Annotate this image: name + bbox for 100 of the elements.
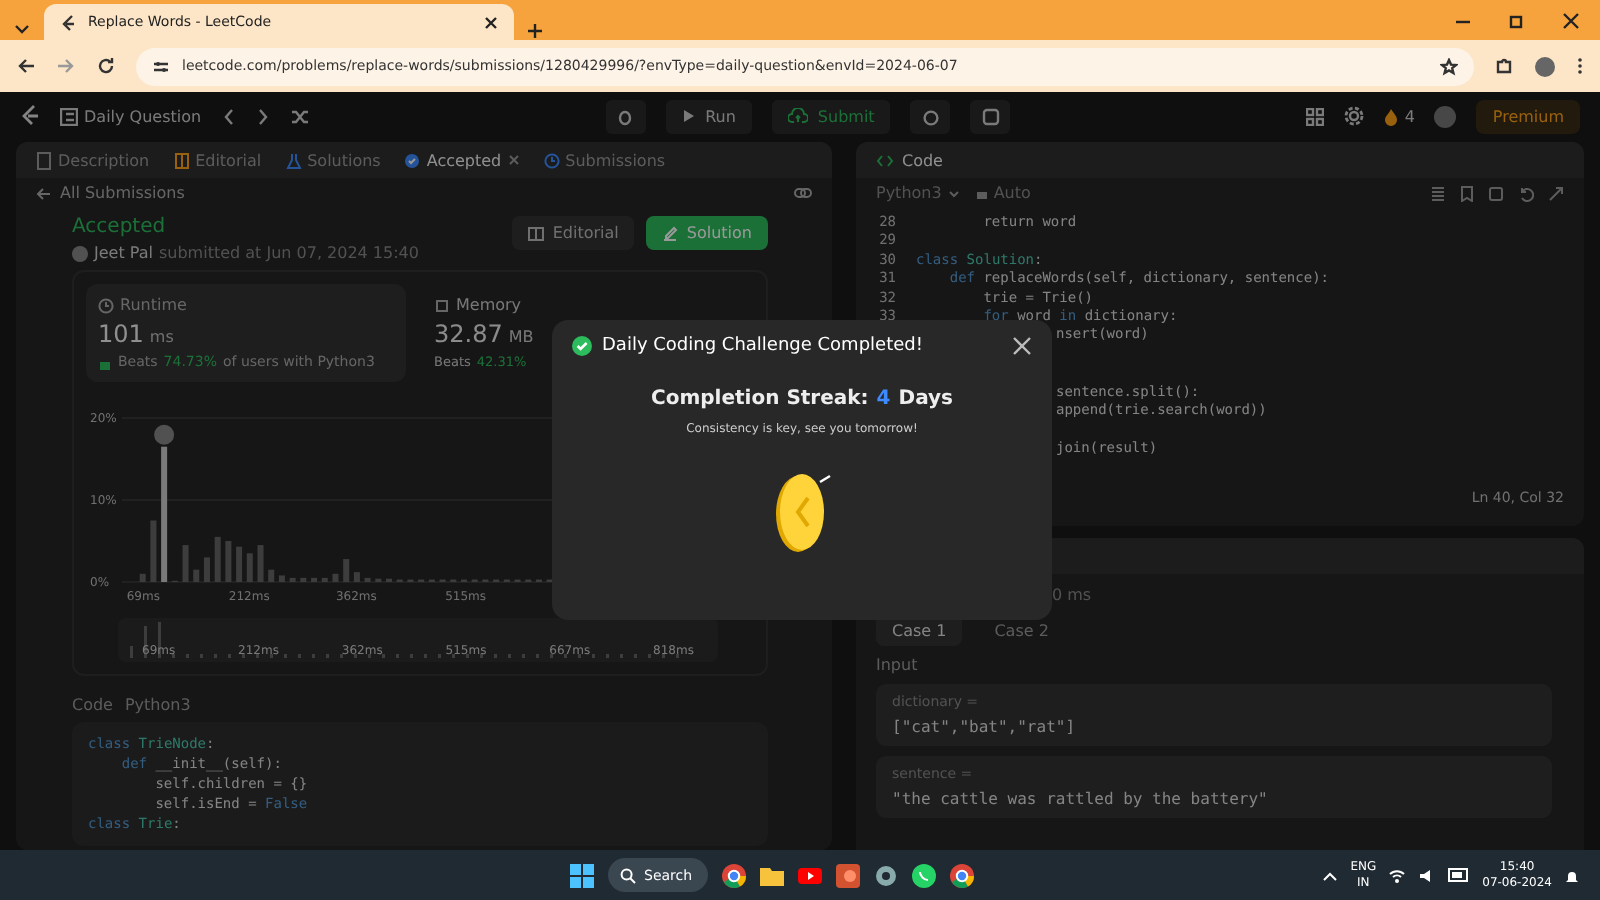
link-icon[interactable] — [794, 186, 812, 200]
expand-icon[interactable] — [1548, 185, 1564, 201]
notes-button[interactable] — [970, 99, 1011, 133]
streak-unit: Days — [898, 388, 953, 410]
check-circle-icon — [572, 336, 592, 356]
lock-icon — [975, 186, 988, 200]
histogram-bar — [193, 569, 200, 582]
debug-button[interactable] — [605, 99, 646, 133]
histogram-bar — [257, 545, 264, 582]
panel-tab[interactable]: Solutions — [285, 151, 381, 169]
document-icon — [36, 151, 52, 169]
chevron-down-icon — [947, 187, 960, 199]
code-label: Code — [72, 696, 113, 714]
close-icon[interactable] — [1562, 11, 1580, 29]
input-label: Input — [876, 656, 920, 674]
flask-icon — [285, 151, 302, 169]
format-icon[interactable] — [1430, 185, 1446, 201]
close-icon[interactable] — [1012, 336, 1032, 356]
clock-icon — [98, 297, 114, 313]
runtime-text: 0 ms — [1050, 586, 1094, 604]
editorial-button[interactable]: Editorial — [512, 216, 635, 250]
submit-button[interactable]: Submit — [771, 99, 891, 133]
histogram-bar — [300, 577, 307, 582]
panel-tab[interactable]: Editorial — [173, 151, 262, 169]
panel-tab[interactable]: Description — [36, 151, 150, 169]
run-button[interactable]: Run — [665, 99, 752, 133]
chrome-browser-icon[interactable] — [722, 863, 746, 887]
stat-label: Memory — [456, 296, 522, 314]
note-icon — [981, 107, 1000, 125]
histogram-bar — [311, 577, 318, 582]
histogram-bar — [139, 573, 146, 582]
premium-button[interactable]: Premium — [1476, 99, 1581, 133]
list-icon[interactable] — [60, 107, 78, 125]
settings-icon[interactable] — [1344, 106, 1365, 126]
language-label: Python3 — [124, 696, 191, 714]
site-info-icon[interactable] — [152, 57, 170, 75]
star-icon[interactable] — [1440, 57, 1458, 75]
histogram-bar — [332, 573, 339, 582]
bookmark-icon[interactable] — [1460, 185, 1474, 201]
avatar-icon — [72, 245, 88, 261]
book-icon — [528, 225, 545, 241]
close-icon[interactable] — [484, 15, 498, 29]
panel-tab[interactable]: Accepted — [404, 151, 520, 169]
submission-time: submitted at Jun 07, 2024 15:40 — [158, 244, 419, 262]
avatar-marker — [154, 424, 175, 445]
folder-icon[interactable] — [760, 863, 784, 887]
author-name[interactable]: Jeet Pal — [94, 244, 153, 262]
presentation-app-icon[interactable] — [836, 863, 860, 887]
code-icon — [876, 153, 894, 167]
timer-button[interactable] — [910, 99, 951, 133]
histogram-bar — [268, 569, 275, 582]
check-circle-icon — [404, 151, 421, 169]
histogram-bar — [289, 577, 296, 582]
submission-status: Accepted — [72, 216, 168, 238]
mode-label[interactable]: Auto — [993, 184, 1031, 202]
test-case-tab[interactable]: Case 2 — [978, 614, 1065, 646]
streak-count[interactable]: 4 — [1404, 107, 1415, 125]
grid-icon[interactable] — [1306, 107, 1325, 125]
undo-icon[interactable] — [1518, 185, 1534, 201]
back-arrow-icon[interactable] — [16, 56, 36, 76]
whatsapp-icon[interactable] — [912, 863, 936, 887]
restore-icon[interactable] — [1508, 11, 1526, 29]
all-submissions-link[interactable]: All Submissions — [60, 184, 185, 202]
stat-value: 32.87 — [434, 320, 503, 348]
settings-icon[interactable] — [874, 863, 898, 887]
more-menu-icon[interactable] — [1576, 56, 1584, 76]
language-dropdown[interactable]: Python3 — [876, 184, 942, 202]
cloud-upload-icon — [787, 108, 808, 124]
youtube-icon[interactable] — [798, 863, 822, 887]
chrome-browser-icon[interactable] — [950, 863, 974, 887]
book-icon — [173, 151, 190, 169]
battery-icon[interactable] — [1448, 868, 1471, 882]
histogram-bar — [364, 577, 371, 582]
play-icon — [681, 108, 696, 124]
wifi-icon[interactable] — [1388, 867, 1407, 883]
edit-icon — [662, 225, 679, 241]
stat-unit: MB — [508, 328, 534, 346]
chevron-right-icon[interactable] — [255, 107, 270, 125]
alarm-clock-icon — [921, 107, 940, 125]
puzzle-icon[interactable] — [1494, 56, 1514, 76]
stat-value: 101 — [98, 320, 144, 348]
plus-icon[interactable] — [526, 22, 544, 40]
search-icon — [620, 867, 636, 883]
histogram-bar — [343, 559, 350, 582]
panel-title: Code — [902, 151, 943, 169]
dialog-title: Daily Coding Challenge Completed! — [602, 336, 925, 356]
histogram-bar — [203, 557, 210, 582]
braces-icon[interactable] — [1488, 185, 1504, 201]
shuffle-icon[interactable] — [289, 107, 310, 125]
chevron-up-icon[interactable] — [1322, 869, 1339, 881]
stat-unit: ms — [149, 328, 174, 346]
panel-tab[interactable]: Submissions — [543, 151, 666, 169]
problem-list-title[interactable]: Daily Question — [84, 107, 202, 125]
profile-avatar-icon[interactable] — [1534, 55, 1556, 77]
bell-icon[interactable] — [1564, 867, 1580, 883]
reload-icon[interactable] — [96, 56, 116, 76]
windows-logo-icon[interactable] — [570, 863, 594, 887]
histogram-bar — [321, 577, 328, 582]
histogram-bar — [161, 446, 168, 582]
chevron-left-icon[interactable] — [221, 107, 236, 125]
